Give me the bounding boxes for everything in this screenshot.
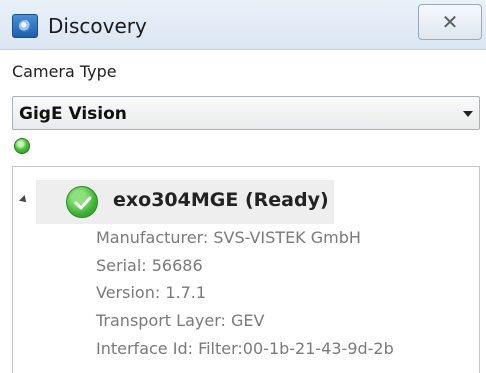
device-version: Version: 1.7.1: [96, 283, 207, 302]
camera-type-label: Camera Type: [12, 62, 117, 81]
title-bar: Discovery ✕: [0, 0, 486, 50]
device-serial: Serial: 56686: [96, 256, 203, 275]
device-interface-id: Interface Id: Filter:00-1b-21-43-9d-2b: [96, 339, 394, 358]
camera-type-dropdown[interactable]: GigE Vision: [12, 96, 480, 130]
device-name: exo304MGE (Ready): [113, 189, 329, 211]
window-title: Discovery: [48, 14, 147, 38]
status-led-icon: [14, 138, 30, 154]
close-icon: ✕: [441, 10, 459, 34]
device-transport-layer: Transport Layer: GEV: [96, 311, 265, 330]
ready-check-icon: [66, 186, 98, 218]
device-manufacturer: Manufacturer: SVS-VISTEK GmbH: [96, 228, 361, 247]
camera-type-selected-value: GigE Vision: [19, 104, 127, 124]
close-button[interactable]: ✕: [418, 4, 482, 40]
chevron-down-icon: [463, 111, 473, 117]
app-icon: [12, 14, 38, 38]
